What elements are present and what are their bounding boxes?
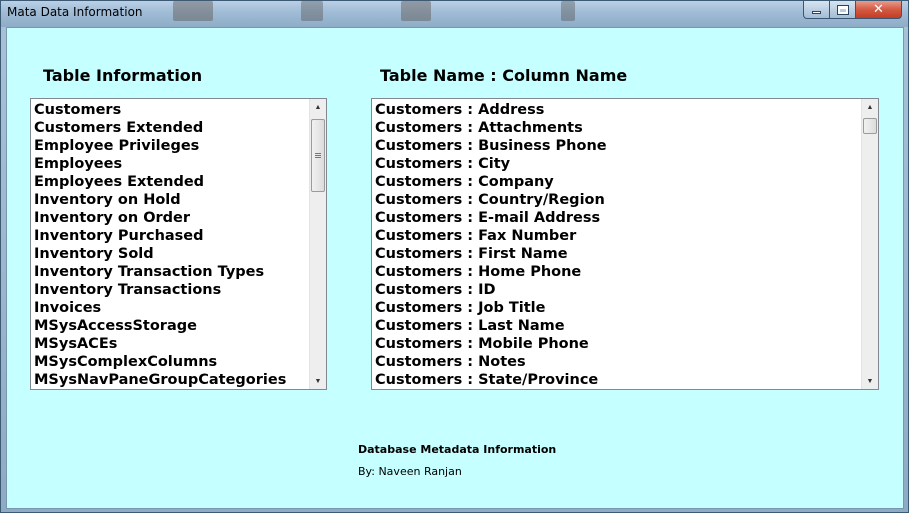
list-item[interactable]: Inventory Purchased bbox=[34, 227, 286, 245]
list-item[interactable]: MSysAccessStorage bbox=[34, 317, 286, 335]
list-item[interactable]: MSysACEs bbox=[34, 335, 286, 353]
list-item[interactable]: Customers : First Name bbox=[375, 245, 607, 263]
list-item[interactable]: Customers : Fax Number bbox=[375, 227, 607, 245]
list-item[interactable]: Inventory on Hold bbox=[34, 191, 286, 209]
list-item[interactable]: Customers bbox=[34, 101, 286, 119]
list-item[interactable]: Customers : Attachments bbox=[375, 119, 607, 137]
client-area: Table Information Table Name : Column Na… bbox=[6, 27, 904, 509]
list-item[interactable]: Customers : Country/Region bbox=[375, 191, 607, 209]
list-item[interactable]: Customers : Job Title bbox=[375, 299, 607, 317]
grip-icon bbox=[315, 153, 321, 158]
titlebar-glass-reflection bbox=[173, 1, 213, 21]
close-icon: ✕ bbox=[873, 2, 884, 17]
scroll-up-arrow-icon[interactable]: ▲ bbox=[862, 99, 878, 115]
list-item[interactable]: Customers : ID bbox=[375, 281, 607, 299]
list-item[interactable]: Customers : E-mail Address bbox=[375, 209, 607, 227]
tables-scroll-thumb[interactable] bbox=[311, 119, 325, 192]
list-item[interactable]: Customers : Address bbox=[375, 101, 607, 119]
title-bar[interactable]: Mata Data Information ✕ bbox=[1, 1, 908, 27]
list-item[interactable]: Inventory on Order bbox=[34, 209, 286, 227]
minimize-button[interactable] bbox=[803, 1, 830, 19]
list-item[interactable]: Employees bbox=[34, 155, 286, 173]
columns-scrollbar[interactable]: ▲ ▼ bbox=[861, 99, 878, 389]
titlebar-glass-reflection-4 bbox=[561, 1, 575, 21]
tables-listbox[interactable]: Customers Customers Extended Employee Priv… bbox=[30, 98, 327, 390]
tables-scrollbar[interactable]: ▲ ▼ bbox=[309, 99, 326, 389]
list-item[interactable]: Customers : Company bbox=[375, 173, 607, 191]
list-item[interactable]: Customers : Business Phone bbox=[375, 137, 607, 155]
columns-listbox[interactable]: Customers : Address Customers : Attachmen… bbox=[371, 98, 879, 390]
close-button[interactable]: ✕ bbox=[856, 1, 902, 19]
scroll-down-arrow-icon[interactable]: ▼ bbox=[310, 373, 326, 389]
list-item[interactable]: Employee Privileges bbox=[34, 137, 286, 155]
minimize-icon bbox=[812, 11, 821, 14]
tables-list: Customers Customers Extended Employee Priv… bbox=[34, 101, 286, 389]
list-item[interactable]: Customers : Mobile Phone bbox=[375, 335, 607, 353]
list-item[interactable]: Customers : City bbox=[375, 155, 607, 173]
list-item[interactable]: MSysNavPaneGroupCategories bbox=[34, 371, 286, 389]
list-item[interactable]: Inventory Transaction Types bbox=[34, 263, 286, 281]
table-column-label: Table Name : Column Name bbox=[380, 66, 628, 85]
maximize-button[interactable] bbox=[830, 1, 856, 19]
list-item[interactable]: Customers : State/Province bbox=[375, 371, 607, 389]
list-item[interactable]: Inventory Sold bbox=[34, 245, 286, 263]
list-item[interactable]: Inventory Transactions bbox=[34, 281, 286, 299]
list-item[interactable]: Customers : Home Phone bbox=[375, 263, 607, 281]
columns-list: Customers : Address Customers : Attachmen… bbox=[375, 101, 607, 389]
window-title: Mata Data Information bbox=[7, 5, 143, 19]
list-item[interactable]: Customers : Notes bbox=[375, 353, 607, 371]
titlebar-glass-reflection-3 bbox=[401, 1, 431, 21]
footer-author: By: Naveen Ranjan bbox=[358, 465, 462, 478]
titlebar-glass-reflection-2 bbox=[301, 1, 323, 21]
list-item[interactable]: MSysComplexColumns bbox=[34, 353, 286, 371]
columns-scroll-thumb[interactable] bbox=[863, 118, 877, 134]
app-window: Mata Data Information ✕ Table Informatio… bbox=[0, 0, 909, 513]
scroll-up-arrow-icon[interactable]: ▲ bbox=[310, 99, 326, 115]
list-item[interactable]: Employees Extended bbox=[34, 173, 286, 191]
list-item[interactable]: Customers : Last Name bbox=[375, 317, 607, 335]
list-item[interactable]: Customers Extended bbox=[34, 119, 286, 137]
scroll-down-arrow-icon[interactable]: ▼ bbox=[862, 373, 878, 389]
list-item[interactable]: Invoices bbox=[34, 299, 286, 317]
table-information-label: Table Information bbox=[43, 66, 203, 85]
maximize-icon bbox=[836, 4, 849, 15]
footer-title: Database Metadata Information bbox=[358, 443, 557, 456]
caption-buttons: ✕ bbox=[803, 1, 902, 19]
